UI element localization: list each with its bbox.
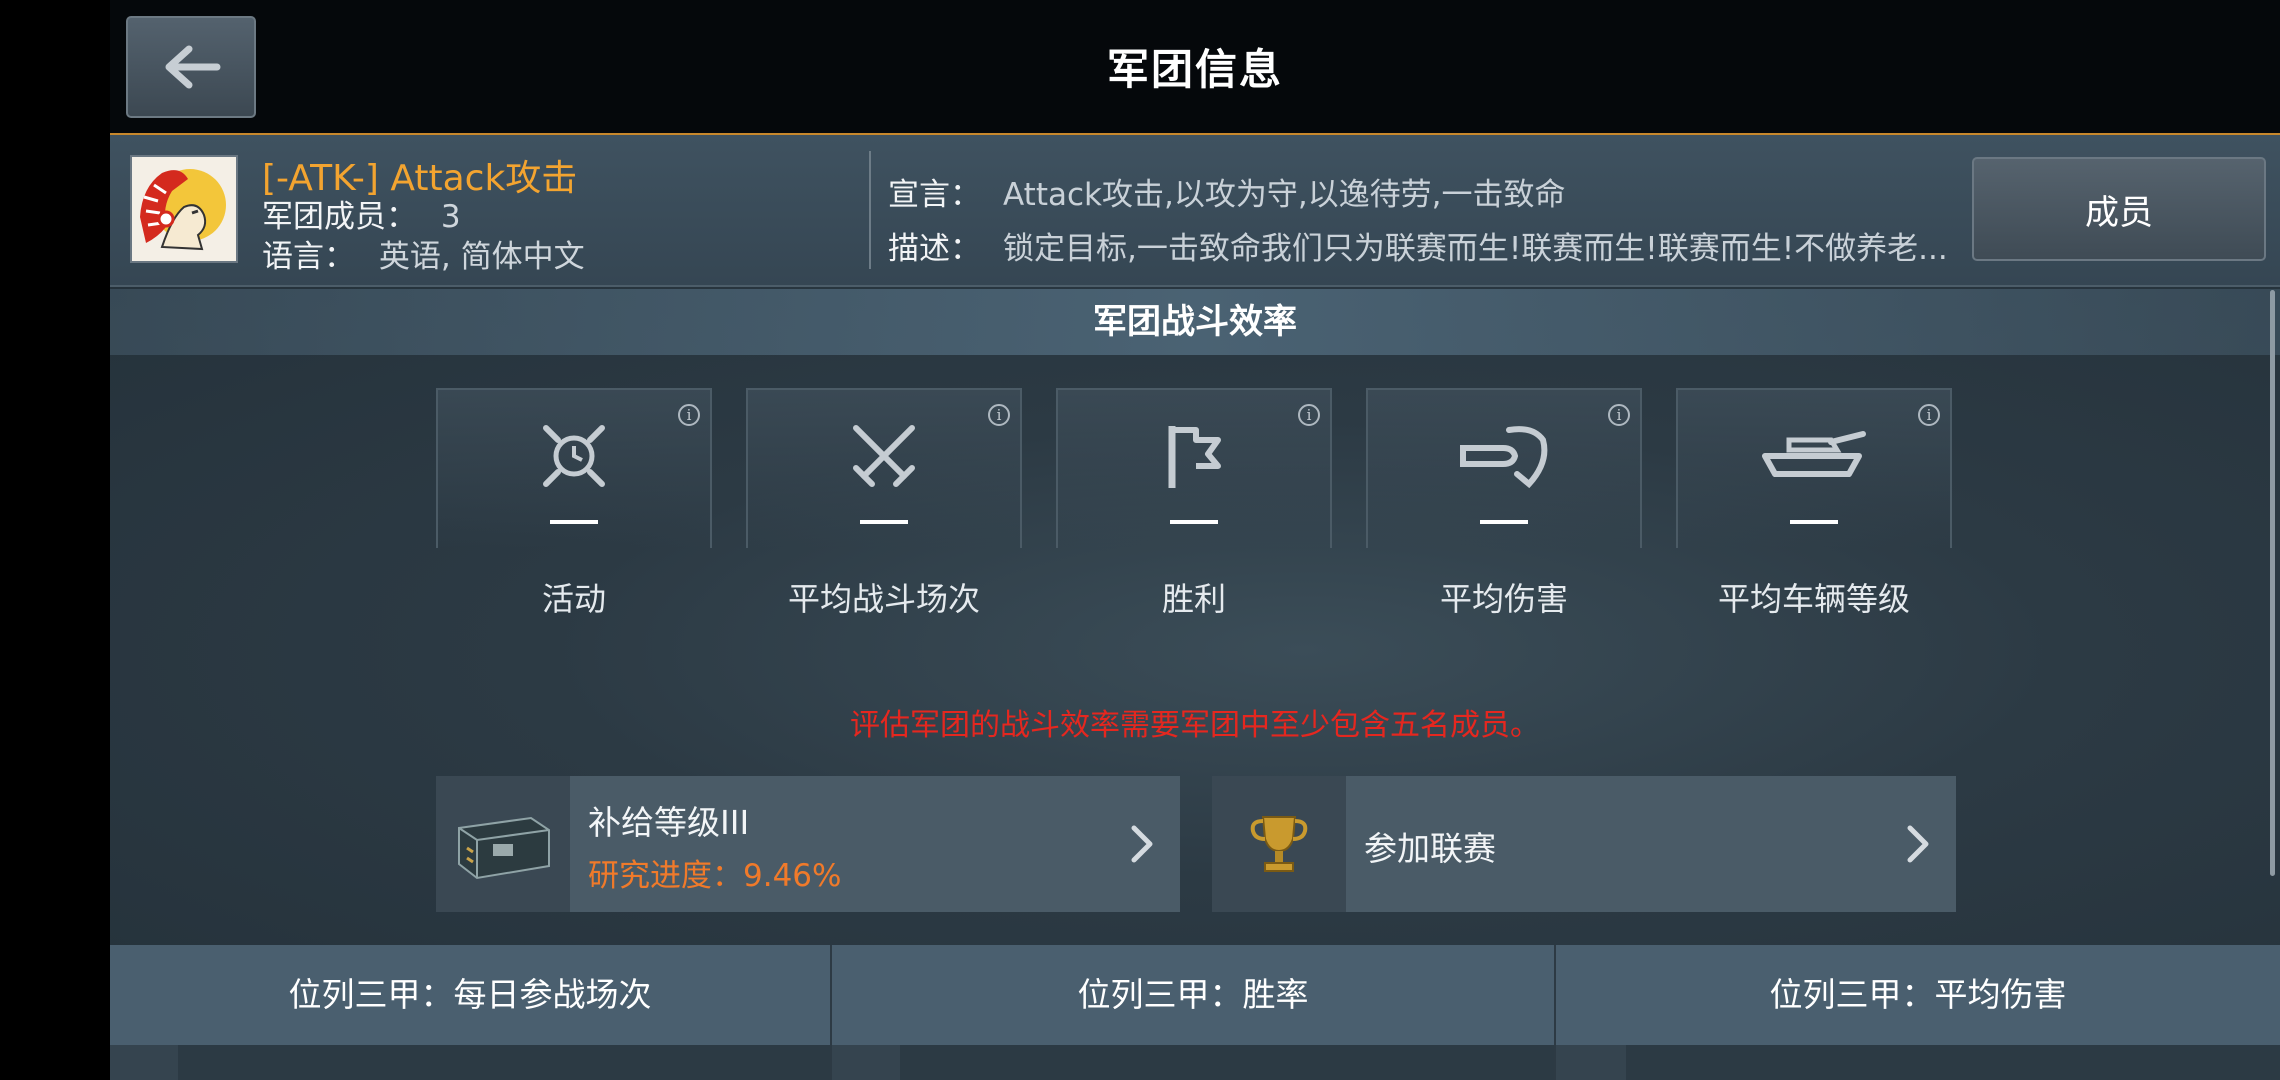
flag-icon bbox=[1168, 426, 1221, 488]
stat-label-avg-damage: 平均伤害 bbox=[1439, 580, 1568, 618]
native-chief-emblem-icon bbox=[140, 169, 226, 251]
clan-description-label: 描述： bbox=[888, 231, 981, 267]
supply-level-title: 补给等级III bbox=[588, 803, 750, 842]
clan-info-screen: 军团信息 [-ATK-] Attack攻击 军团成员： 3 语言： 英语, 简体… bbox=[110, 0, 2280, 1080]
min-members-warning: 评估军团的战斗效率需要军团中至少包含五名成员。 bbox=[850, 708, 1540, 743]
research-progress-label: 研究进度： bbox=[588, 858, 743, 894]
top3-list-preview bbox=[832, 1045, 1554, 1080]
supply-crate-icon bbox=[458, 816, 550, 880]
clan-members-label: 军团成员： bbox=[262, 199, 417, 235]
clan-motto-text: Attack攻击,以攻为守,以逸待劳,一击致命 bbox=[1003, 177, 1566, 213]
scrollbar[interactable] bbox=[2270, 290, 2275, 876]
chevron-right-icon bbox=[1907, 825, 1929, 863]
info-icon[interactable]: i bbox=[678, 404, 700, 426]
list-item bbox=[900, 1045, 1554, 1080]
efficiency-section-title: 军团战斗效率 bbox=[110, 289, 2280, 355]
stat-value-bar bbox=[860, 520, 908, 524]
top3-list-preview bbox=[1556, 1045, 2280, 1080]
supply-level-panel[interactable]: 补给等级III 研究进度：9.46% bbox=[436, 776, 1180, 912]
clan-members-count: 3 bbox=[440, 199, 461, 235]
top3-list-preview bbox=[110, 1045, 830, 1080]
join-league-title: 参加联赛 bbox=[1364, 829, 1496, 868]
trophy-thumb bbox=[1212, 776, 1346, 912]
research-progress: 研究进度：9.46% bbox=[588, 850, 841, 895]
stat-card-avg-damage: i bbox=[1366, 388, 1642, 548]
trophy-icon bbox=[1250, 816, 1308, 872]
info-icon[interactable]: i bbox=[1298, 404, 1320, 426]
clan-motto-row: 宣言： Attack攻击,以攻为守,以逸待劳,一击致命 bbox=[888, 169, 1566, 214]
supply-crate-thumb bbox=[436, 776, 570, 912]
stat-value-bar bbox=[550, 520, 598, 524]
stat-card-avg-tier: i bbox=[1676, 388, 1952, 548]
stat-card-victories: i bbox=[1056, 388, 1332, 548]
stat-value-bar bbox=[1170, 520, 1218, 524]
clan-language-row: 语言： 英语, 简体中文 bbox=[262, 231, 585, 276]
page-title: 军团信息 bbox=[1106, 45, 1283, 94]
join-league-panel[interactable]: 参加联赛 bbox=[1212, 776, 1956, 912]
info-icon[interactable]: i bbox=[1918, 404, 1940, 426]
tab-top3-daily-battles[interactable]: 位列三甲：每日参战场次 bbox=[110, 945, 830, 1045]
crossed-swords-icon bbox=[853, 425, 915, 487]
info-icon[interactable]: i bbox=[988, 404, 1010, 426]
stat-card-avg-battles: i bbox=[746, 388, 1022, 548]
research-progress-value: 9.46% bbox=[743, 858, 842, 894]
info-icon[interactable]: i bbox=[1608, 404, 1630, 426]
tab-top3-win-rate[interactable]: 位列三甲：胜率 bbox=[832, 945, 1554, 1045]
stat-value-bar bbox=[1790, 520, 1838, 524]
stat-card-activity: i bbox=[436, 388, 712, 548]
members-button[interactable]: 成员 bbox=[1972, 157, 2266, 261]
clan-summary: [-ATK-] Attack攻击 军团成员： 3 语言： 英语, 简体中文 宣言… bbox=[110, 135, 2280, 287]
divider bbox=[869, 151, 871, 269]
stat-label-avg-tier: 平均车辆等级 bbox=[1717, 580, 1910, 618]
clan-emblem bbox=[130, 155, 238, 263]
clan-description-row: 描述： 锁定目标,一击致命我们只为联赛而生!联赛而生!联赛而生!不做养老... bbox=[888, 223, 1948, 268]
list-item bbox=[178, 1045, 830, 1080]
clan-motto-label: 宣言： bbox=[888, 177, 981, 213]
clan-language-value: 英语, 简体中文 bbox=[378, 239, 585, 275]
clan-description-text: 锁定目标,一击致命我们只为联赛而生!联赛而生!联赛而生!不做养老... bbox=[1003, 231, 1948, 267]
stat-label-victories: 胜利 bbox=[1161, 580, 1226, 618]
stat-label-activity: 活动 bbox=[541, 580, 606, 618]
clan-members-row: 军团成员： 3 bbox=[262, 191, 461, 236]
alarm-clock-icon bbox=[543, 425, 605, 487]
chevron-right-icon bbox=[1131, 825, 1153, 863]
stat-value-bar bbox=[1480, 520, 1528, 524]
stat-label-avg-battles: 平均战斗场次 bbox=[787, 580, 980, 618]
list-item bbox=[1626, 1045, 2280, 1080]
tank-icon bbox=[1762, 431, 1866, 477]
clan-language-label: 语言： bbox=[262, 239, 355, 275]
top-bar: 军团信息 bbox=[110, 0, 2280, 135]
shell-hit-icon bbox=[1460, 426, 1548, 489]
tab-top3-avg-damage[interactable]: 位列三甲：平均伤害 bbox=[1556, 945, 2280, 1045]
